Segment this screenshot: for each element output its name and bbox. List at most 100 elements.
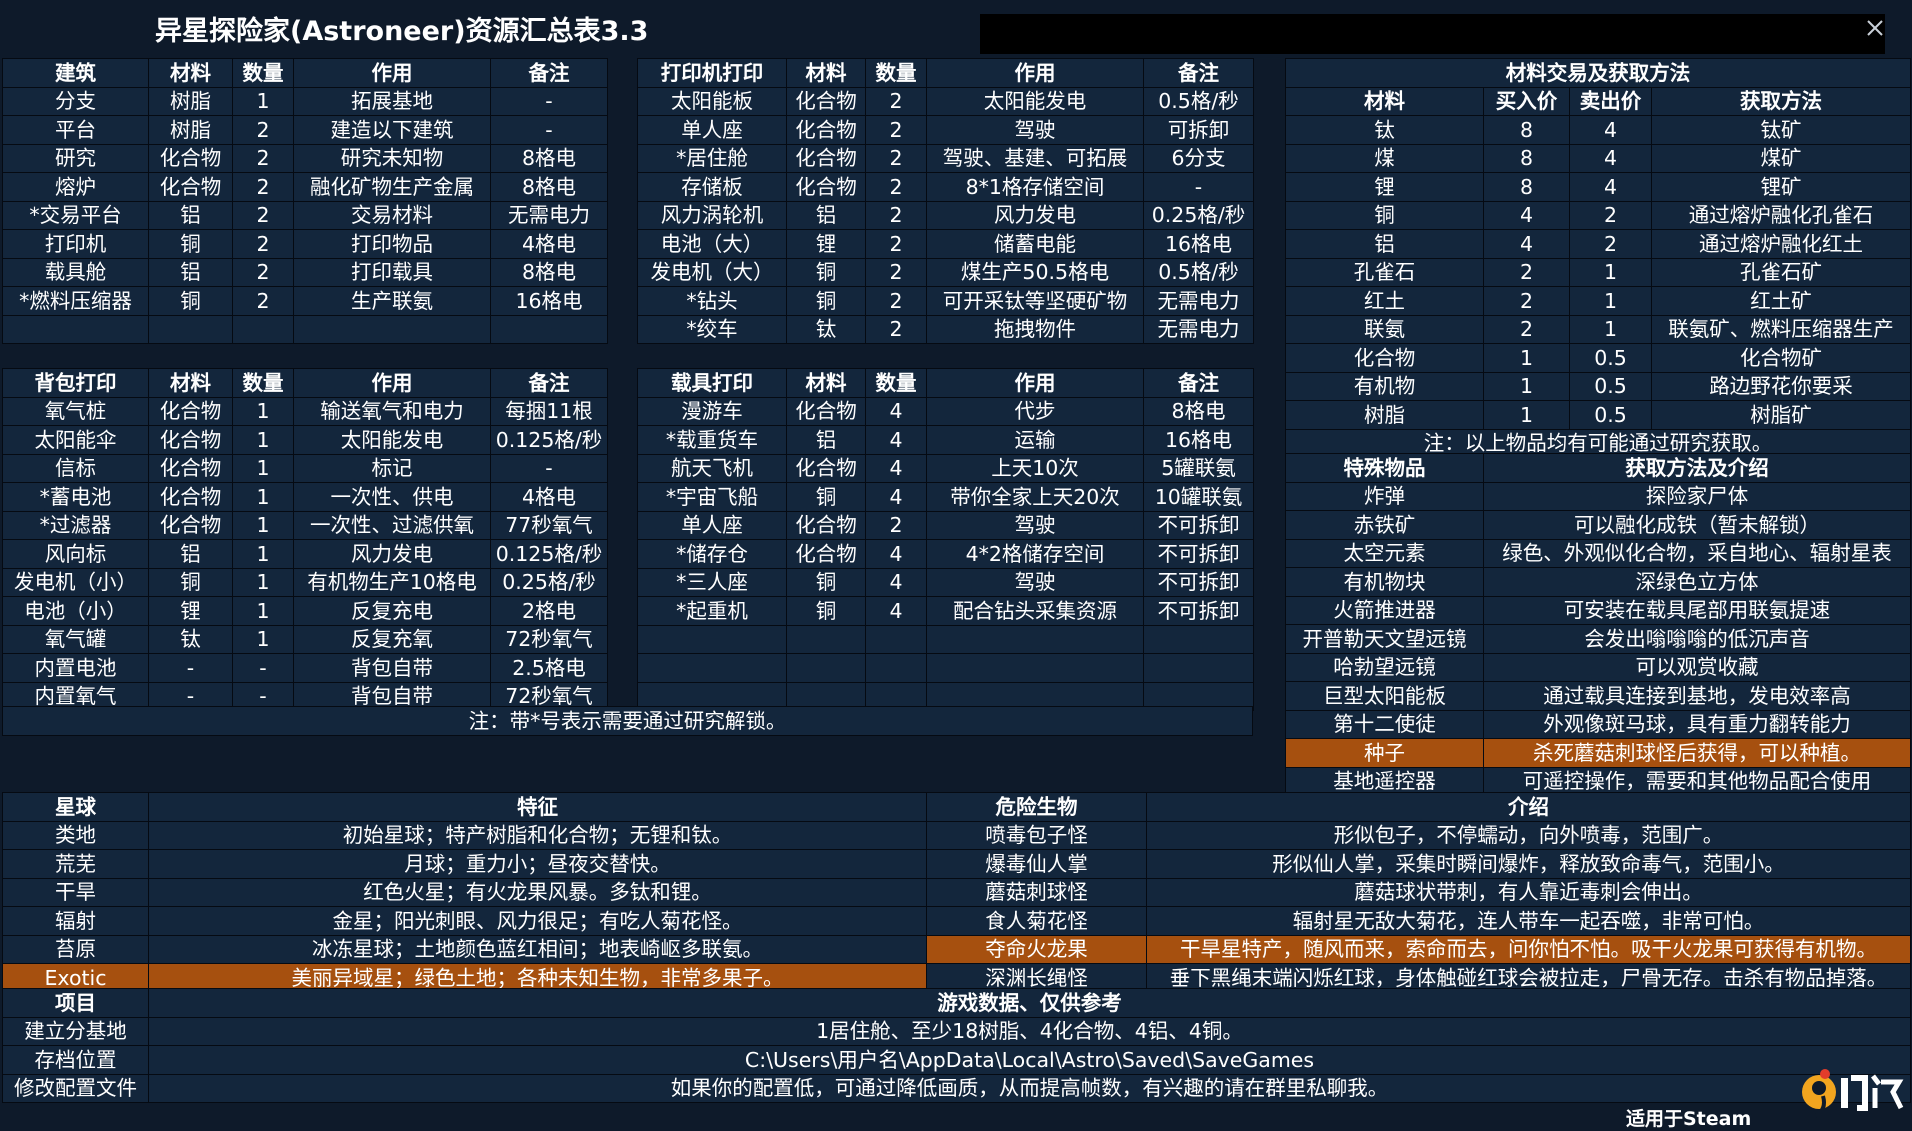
- table-cell: 化合物: [786, 115, 866, 145]
- table-cell: 炸弹: [1285, 481, 1484, 511]
- table-cell: 4: [865, 482, 927, 512]
- table-cell: 氧气桩: [2, 396, 149, 426]
- table-cell: 1: [1483, 343, 1570, 373]
- table-row: 打印机铜 2 打印物品 4格电: [2, 229, 608, 259]
- table-row: 干旱 红色火星；有火龙果风暴。多钛和锂。: [2, 877, 927, 907]
- table-cell: 如果你的配置低，可通过降低画质，从而提高帧数，有兴趣的请在群里私聊我。: [148, 1073, 1911, 1103]
- header-row: 背包打印 材料 数量 作用 备注: [2, 368, 608, 398]
- table-cell: 8格电: [490, 172, 608, 202]
- table-row: 有机物 1 0.5 路边野花你要采: [1285, 371, 1911, 401]
- table-cell: C:\Users\用户名\AppData\Local\Astro\Saved\S…: [148, 1045, 1911, 1075]
- table-cell: [1143, 624, 1254, 654]
- table-cell: 锂矿: [1651, 172, 1911, 202]
- table-cell: *交易平台: [2, 200, 149, 230]
- table-row: 夺命火龙果 干旱星特产，随风而来，索命而去，问你怕不怕。吸干火龙果可获得有机物。: [926, 934, 1911, 964]
- table-row: [2, 314, 608, 344]
- table-row: 发电机（大）铜 2 煤生产50.5格电 0.5格/秒: [637, 257, 1254, 287]
- table-cell: 平台: [2, 115, 149, 145]
- table-cell: 4: [1483, 200, 1570, 230]
- table-row: 单人座 化合物 2 驾驶 不可拆卸: [637, 510, 1254, 540]
- table-cell: 孔雀石矿: [1651, 257, 1911, 287]
- table-cell: 开普勒天文望远镜: [1285, 624, 1484, 654]
- table-cell: 单人座: [637, 115, 787, 145]
- table-row: 风向标铝 1 风力发电 0.125格/秒: [2, 539, 608, 569]
- table-cell: 1: [232, 624, 294, 654]
- table-cell: 杀死蘑菇刺球怪后获得，可以种植。: [1483, 738, 1911, 768]
- table-cell: 一次性、过滤供氧: [293, 510, 491, 540]
- table-cell: 铜: [786, 567, 866, 597]
- header-row: 星球 特征: [2, 792, 927, 822]
- table-cell: 漫游车: [637, 396, 787, 426]
- table-cell: 风力涡轮机: [637, 200, 787, 230]
- table-cell: 4: [1569, 115, 1652, 145]
- table-cell: [786, 653, 866, 683]
- table-row: 第十二使徒 外观像斑马球，具有重力翻转能力: [1285, 709, 1911, 739]
- table-cell: 化合物矿: [1651, 343, 1911, 373]
- table-cell: 2: [865, 172, 927, 202]
- table-cell: 类地: [2, 820, 149, 850]
- column-header: 作用: [293, 368, 491, 398]
- table-cell: 0.25格/秒: [1143, 200, 1254, 230]
- table-cell: 煤矿: [1651, 143, 1911, 173]
- table-cell: 形似包子，不停蠕动，向外喷毒，范围广。: [1146, 820, 1911, 850]
- table-cell: 8格电: [1143, 396, 1254, 426]
- table-row: 氧气罐钛 1 反复充氧 72秒氧气: [2, 624, 608, 654]
- table-row: 存档位置 C:\Users\用户名\AppData\Local\Astro\Sav…: [2, 1045, 1911, 1075]
- table-cell: 化合物: [786, 510, 866, 540]
- column-header: 备注: [1143, 368, 1254, 398]
- table-cell: 形似仙人掌，采集时瞬间爆炸，释放致命毒气，范围小。: [1146, 849, 1911, 879]
- table-cell: 8格电: [490, 143, 608, 173]
- table-cell: 8*1格存储空间: [926, 172, 1144, 202]
- table-cell: 铝: [1285, 229, 1484, 259]
- table-cell: [148, 314, 233, 344]
- table-cell: 4*2格储存空间: [926, 539, 1144, 569]
- close-icon[interactable]: [1865, 18, 1885, 38]
- table-cell: 锂: [1285, 172, 1484, 202]
- table-cell: 2: [232, 143, 294, 173]
- table-cell: 金星；阳光刺眼、风力很足；有吃人菊花怪。: [148, 906, 927, 936]
- table-cell: 一次性、供电: [293, 482, 491, 512]
- table-cell: 风向标: [2, 539, 149, 569]
- table-cell: 探险家尸体: [1483, 481, 1911, 511]
- table-cell: 16格电: [490, 286, 608, 316]
- table-cell: 2: [865, 314, 927, 344]
- table-cell: 巨型太阳能板: [1285, 681, 1484, 711]
- table-cell: 深绿色立方体: [1483, 567, 1911, 597]
- table-cell: 0.125格/秒: [490, 539, 608, 569]
- table-cell: 铜: [148, 567, 233, 597]
- table-cell: [2, 314, 149, 344]
- table-cell: 冰冻星球；土地颜色蓝红相间；地表崎岖多联氨。: [148, 934, 927, 964]
- table-row: 炸弹 探险家尸体: [1285, 481, 1911, 511]
- table-cell: 2: [1569, 229, 1652, 259]
- table-cell: 驾驶: [926, 510, 1144, 540]
- table-cell: 爆毒仙人掌: [926, 849, 1147, 879]
- table-cell: 不可拆卸: [1143, 567, 1254, 597]
- table-row: 修改配置文件 如果你的配置低，可通过降低画质，从而提高帧数，有兴趣的请在群里私聊我…: [2, 1073, 1911, 1103]
- column-header: 材料: [786, 368, 866, 398]
- creatures-table: 危险生物 介绍 喷毒包子怪 形似包子，不停蠕动，向外喷毒，范围广。 爆毒仙人掌 形似仙人掌…: [926, 792, 1911, 993]
- column-header: 星球: [2, 792, 149, 822]
- table-cell: 1: [1483, 400, 1570, 430]
- table-cell: 发电机（小）: [2, 567, 149, 597]
- table-cell: 0.5: [1569, 343, 1652, 373]
- column-header: 载具打印: [637, 368, 787, 398]
- header-row: 建筑 材料 数量 作用 备注: [2, 58, 608, 88]
- special-items-table: 特殊物品 获取方法及介绍 炸弹 探险家尸体 赤铁矿 可以融化成铁（暂未解锁） 太空元素 绿色、…: [1285, 453, 1911, 796]
- table-cell: 孔雀石: [1285, 257, 1484, 287]
- table-cell: 太阳能发电: [926, 86, 1144, 116]
- table-cell: 5罐联氨: [1143, 453, 1254, 483]
- table-row: 食人菊花怪 辐射星无敌大菊花，连人带车一起吞噬，非常可怕。: [926, 906, 1911, 936]
- table-cell: 分支: [2, 86, 149, 116]
- table-cell: 太空元素: [1285, 538, 1484, 568]
- table-cell: 2: [865, 143, 927, 173]
- table-cell: 2: [865, 257, 927, 287]
- table-row: 巨型太阳能板 通过载具连接到基地，发电效率高: [1285, 681, 1911, 711]
- header-row: 打印机打印 材料 数量 作用 备注: [637, 58, 1254, 88]
- table-cell: 2: [1483, 314, 1570, 344]
- table-cell: 联氨: [1285, 314, 1484, 344]
- table-row: 分支 树脂 1 拓展基地 -: [2, 86, 608, 116]
- table-cell: -: [1143, 172, 1254, 202]
- header-row: 危险生物 介绍: [926, 792, 1911, 822]
- table-cell: 运输: [926, 425, 1144, 455]
- table-cell: 2: [232, 115, 294, 145]
